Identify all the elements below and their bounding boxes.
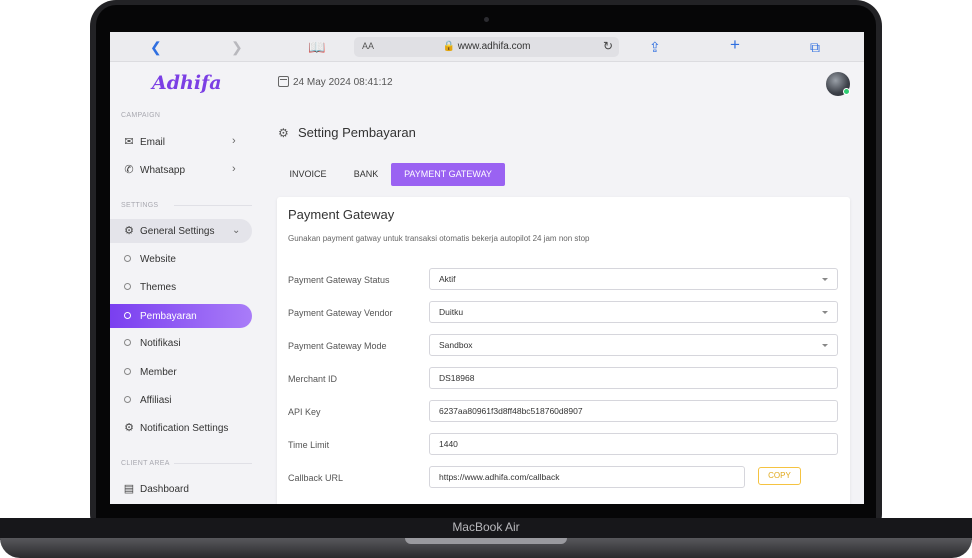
- chevron-right-icon: ›: [232, 135, 236, 147]
- chevron-down-icon: ⌄: [232, 225, 241, 236]
- sidebar: CAMPAIGN ✉ Email › ✆ Whatsapp › SETTINGS…: [110, 102, 262, 504]
- section-label-client-area: CLIENT AREA: [121, 460, 170, 467]
- copy-button[interactable]: COPY: [758, 467, 801, 485]
- time-limit-input[interactable]: 1440: [429, 433, 838, 455]
- sidebar-item-member[interactable]: Member: [110, 360, 252, 384]
- sidebar-item-label: Dashboard: [140, 484, 189, 495]
- laptop-notch: [405, 538, 567, 544]
- calendar-icon: [278, 76, 289, 87]
- sidebar-item-label: Whatsapp: [140, 165, 186, 176]
- chevron-right-icon: ›: [232, 163, 236, 175]
- circle-icon: [124, 339, 131, 346]
- field-label-api-key: API Key: [288, 407, 321, 417]
- address-bar[interactable]: AA 🔒 www.adhifa.com ↻: [354, 37, 619, 57]
- gear-icon: ⚙: [278, 126, 289, 140]
- field-label-callback-url: Callback URL: [288, 473, 344, 483]
- logo[interactable]: Adhifa: [152, 72, 222, 94]
- sidebar-item-label: Notification Settings: [140, 423, 229, 434]
- sidebar-item-affiliasi[interactable]: Affiliasi: [110, 388, 252, 412]
- datetime-text: 24 May 2024 08:41:12: [293, 77, 393, 88]
- field-label-mode: Payment Gateway Mode: [288, 341, 387, 351]
- share-icon[interactable]: ⇪: [649, 38, 661, 56]
- sidebar-item-label: General Settings: [140, 226, 215, 237]
- tab-invoice[interactable]: INVOICE: [278, 163, 338, 186]
- camera-icon: [484, 17, 489, 22]
- sidebar-item-themes[interactable]: Themes: [110, 275, 252, 299]
- device-label: MacBook Air: [452, 520, 520, 534]
- reload-icon[interactable]: ↻: [603, 39, 613, 53]
- payment-gateway-vendor-select[interactable]: Duitku: [429, 301, 838, 323]
- book-icon[interactable]: 📖: [308, 38, 325, 56]
- sidebar-item-dashboard[interactable]: ▤ Dashboard: [110, 477, 252, 501]
- url-value: www.adhifa.com: [457, 41, 531, 52]
- circle-icon: [124, 312, 131, 319]
- payment-gateway-status-select[interactable]: Aktif: [429, 268, 838, 290]
- sidebar-item-label: Website: [140, 254, 176, 265]
- card-description: Gunakan payment gatway untuk transaksi o…: [288, 234, 590, 243]
- page-title-text: Setting Pembayaran: [298, 125, 416, 140]
- circle-icon: [124, 283, 131, 290]
- callback-url-input[interactable]: https://www.adhifa.com/callback: [429, 466, 745, 488]
- screen: ❮ ❯ 📖 AA 🔒 www.adhifa.com ↻ ⇪ + ⧉ Adhifa…: [110, 32, 864, 504]
- sidebar-item-email[interactable]: ✉ Email ›: [110, 130, 252, 154]
- field-label-vendor: Payment Gateway Vendor: [288, 308, 393, 318]
- chevron-right-icon[interactable]: ❯: [231, 38, 243, 56]
- sidebar-item-label: Notifikasi: [140, 338, 181, 349]
- divider: [174, 205, 252, 206]
- payment-gateway-mode-select[interactable]: Sandbox: [429, 334, 838, 356]
- url-text: 🔒 www.adhifa.com: [442, 41, 531, 52]
- tabs-icon[interactable]: ⧉: [810, 38, 820, 56]
- api-key-input[interactable]: 6237aa80961f3d8ff48bc518760d8907: [429, 400, 838, 422]
- payment-gateway-card: Payment Gateway Gunakan payment gatway u…: [277, 197, 850, 504]
- sidebar-item-label: Email: [140, 137, 166, 148]
- mail-icon: ✉: [124, 136, 134, 148]
- plus-icon[interactable]: +: [730, 36, 740, 54]
- dashboard-icon: ▤: [123, 483, 135, 495]
- tab-payment-gateway[interactable]: PAYMENT GATEWAY: [391, 163, 505, 186]
- sidebar-item-label: Affiliasi: [140, 395, 172, 406]
- gear-icon: ⚙: [124, 225, 134, 237]
- field-label-status: Payment Gateway Status: [288, 275, 390, 285]
- tab-bank[interactable]: BANK: [344, 163, 388, 186]
- circle-icon: [124, 368, 131, 375]
- divider: [174, 463, 252, 464]
- sidebar-item-label: Member: [140, 367, 177, 378]
- field-label-merchant-id: Merchant ID: [288, 374, 338, 384]
- whatsapp-icon: ✆: [124, 164, 134, 176]
- chevron-left-icon[interactable]: ❮: [150, 38, 162, 56]
- gear-icon: ⚙: [124, 422, 134, 434]
- page-title: ⚙ Setting Pembayaran: [278, 125, 416, 140]
- sidebar-item-general-settings[interactable]: ⚙ General Settings ⌄: [110, 219, 252, 243]
- sidebar-item-label: Pembayaran: [140, 311, 197, 322]
- sidebar-item-notifikasi[interactable]: Notifikasi: [110, 331, 252, 355]
- sidebar-item-notification-settings[interactable]: ⚙ Notification Settings: [110, 416, 252, 440]
- field-label-time-limit: Time Limit: [288, 440, 330, 450]
- sidebar-item-whatsapp[interactable]: ✆ Whatsapp ›: [110, 158, 252, 182]
- card-title: Payment Gateway: [288, 207, 395, 222]
- merchant-id-input[interactable]: DS18968: [429, 367, 838, 389]
- sidebar-item-website[interactable]: Website: [110, 247, 252, 271]
- sidebar-item-label: Themes: [140, 282, 177, 293]
- datetime: 24 May 2024 08:41:12: [278, 76, 393, 88]
- browser-toolbar: ❮ ❯ 📖 AA 🔒 www.adhifa.com ↻ ⇪ + ⧉: [110, 32, 864, 62]
- section-label-campaign: CAMPAIGN: [121, 112, 161, 119]
- circle-icon: [124, 255, 131, 262]
- online-status-icon: [843, 88, 850, 95]
- sidebar-item-pembayaran[interactable]: Pembayaran: [110, 304, 252, 328]
- section-label-settings: SETTINGS: [121, 202, 159, 209]
- circle-icon: [124, 396, 131, 403]
